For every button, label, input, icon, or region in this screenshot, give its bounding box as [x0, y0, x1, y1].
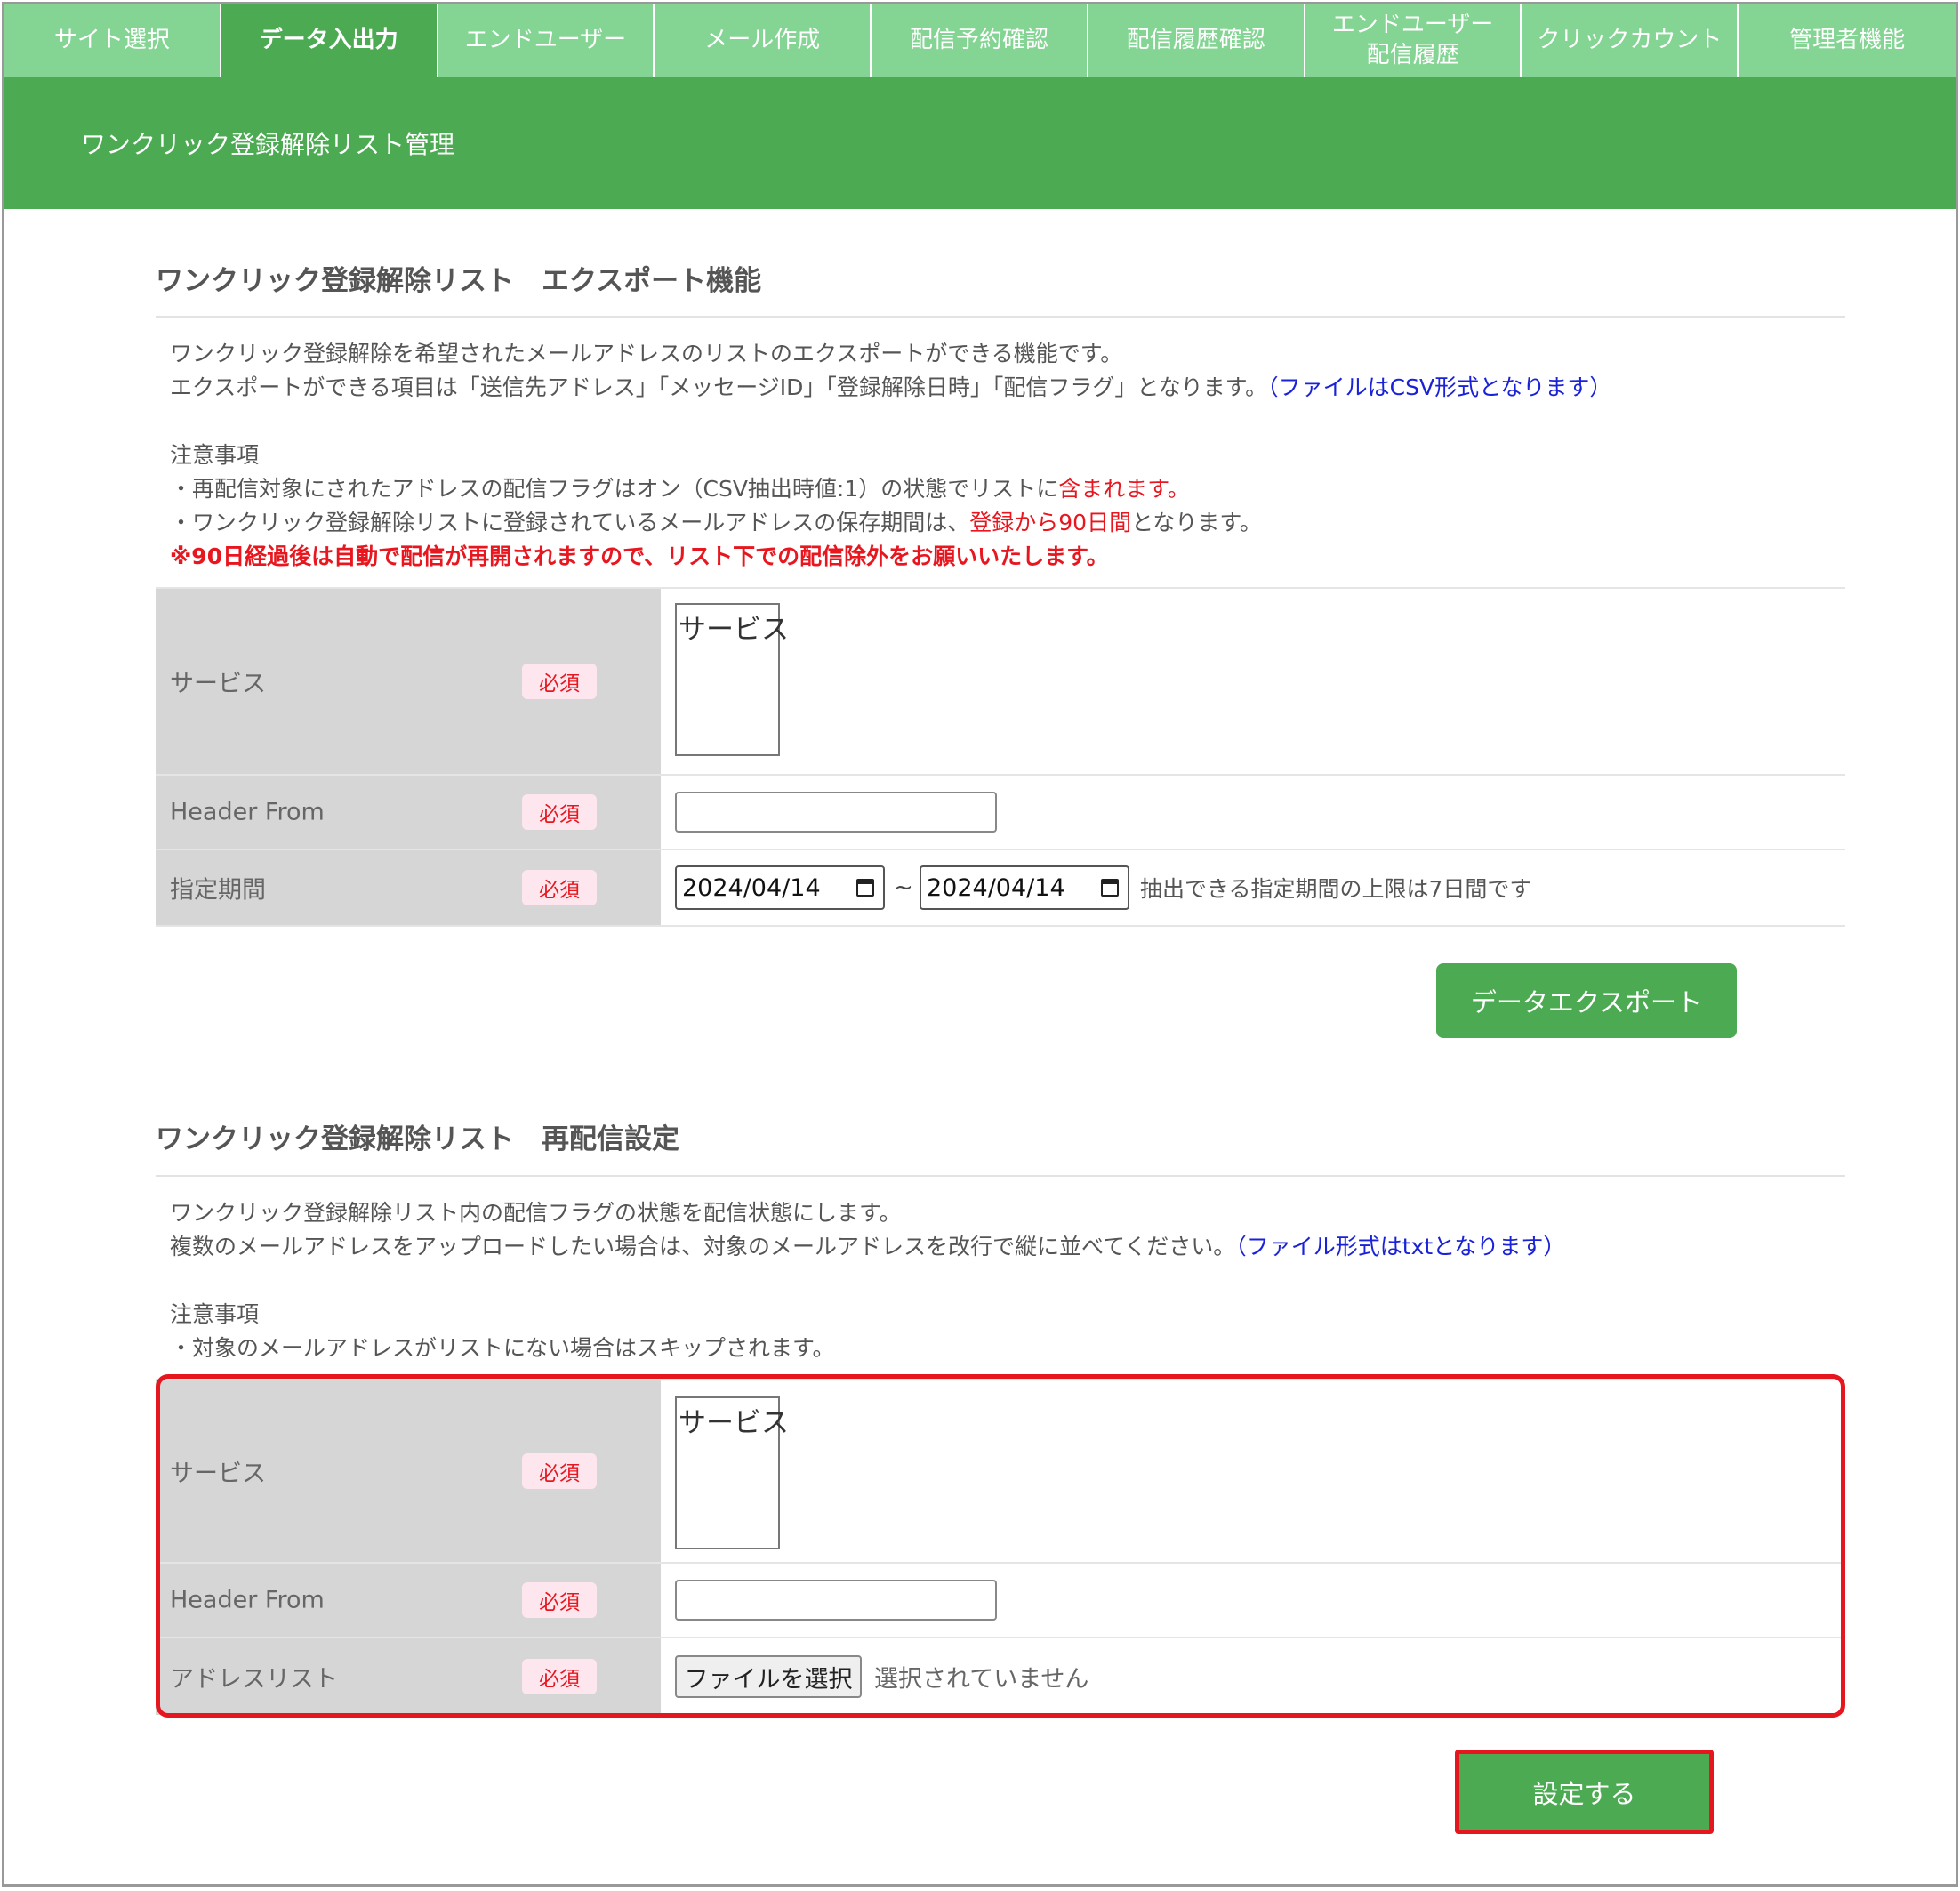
- export-service-row: サービス 必須 サービス: [156, 587, 1845, 776]
- resend-desc-1: ワンクリック登録解除リスト内の配信フラグの状態を配信状態にします。: [170, 1200, 902, 1226]
- resend-note-1: ・対象のメールアドレスがリストにない場合はスキップされます。: [170, 1335, 835, 1361]
- calendar-icon[interactable]: [1101, 879, 1119, 897]
- label-cell: サービス 必須: [156, 589, 661, 774]
- export-desc-2-text: エクスポートができる項目は「送信先アドレス」「メッセージID」「登録解除日時」「…: [170, 374, 1268, 400]
- page-frame: サイト選択 データ入出力 エンドユーザー メール作成 配信予約確認 配信履歴確認…: [2, 2, 1958, 1887]
- export-header-from-row: Header From 必須: [156, 776, 1845, 850]
- tab-mail-compose[interactable]: メール作成: [655, 4, 872, 77]
- page-banner: ワンクリック登録解除リスト管理: [4, 77, 1956, 209]
- export-note-1-highlight: 含まれます。: [1058, 476, 1190, 502]
- page-title: ワンクリック登録解除リスト管理: [81, 130, 455, 159]
- tab-end-user[interactable]: エンドユーザー: [438, 4, 655, 77]
- export-note-1-text: ・再配信対象にされたアドレスの配信フラグはオン（CSV抽出時値:1）の状態でリス…: [170, 476, 1059, 502]
- resend-form: サービス 必須 サービス Header From 必須 アドレスリスト 必須 フ…: [156, 1379, 1845, 1715]
- resend-desc-2: 複数のメールアドレスをアップロードしたい場合は、対象のメールアドレスを改行で縦に…: [170, 1229, 1565, 1261]
- end-date-input[interactable]: 2024/04/14: [920, 865, 1129, 910]
- export-note-2: ・ワンクリック登録解除リストに登録されているメールアドレスの保存期間は、登録から…: [170, 505, 1262, 537]
- value-cell: 2024/04/14 ~ 2024/04/14 抽出できる指定期間の上限は7日間…: [661, 850, 1845, 925]
- date-range-separator: ~: [894, 874, 913, 901]
- resend-section-title: ワンクリック登録解除リスト 再配信設定: [156, 1123, 679, 1155]
- address-list-label: アドレスリスト: [170, 1665, 338, 1694]
- file-status: 選択されていません: [874, 1665, 1089, 1694]
- tab-delivery-history[interactable]: 配信履歴確認: [1088, 4, 1305, 77]
- export-desc-1: ワンクリック登録解除を希望されたメールアドレスのリストのエクスポートができる機能…: [170, 341, 1123, 366]
- start-date-input[interactable]: 2024/04/14: [675, 865, 885, 910]
- label-cell: Header From 必須: [156, 776, 661, 849]
- label-cell: サービス 必須: [156, 1380, 661, 1562]
- value-cell: [661, 1564, 1845, 1637]
- period-label: 指定期間: [170, 876, 266, 905]
- tab-click-count[interactable]: クリックカウント: [1522, 4, 1739, 77]
- calendar-icon[interactable]: [856, 879, 874, 897]
- required-badge: 必須: [522, 664, 597, 699]
- value-cell: サービス: [661, 589, 1845, 774]
- export-format-note: （ファイルはCSV形式となります）: [1267, 374, 1612, 400]
- export-notes-heading: 注意事項: [170, 442, 260, 468]
- export-note-1: ・再配信対象にされたアドレスの配信フラグはオン（CSV抽出時値:1）の状態でリス…: [170, 471, 1190, 503]
- value-cell: [661, 776, 1845, 849]
- required-badge: 必須: [522, 794, 597, 830]
- resend-address-list-row: アドレスリスト 必須 ファイルを選択 選択されていません: [156, 1638, 1845, 1715]
- service-select[interactable]: サービス: [675, 603, 789, 756]
- tab-delivery-schedule[interactable]: 配信予約確認: [872, 4, 1088, 77]
- export-section-title: ワンクリック登録解除リスト エクスポート機能: [156, 265, 762, 297]
- required-badge: 必須: [522, 1582, 597, 1618]
- label-cell: アドレスリスト 必須: [156, 1638, 661, 1715]
- label-cell: 指定期間 必須: [156, 850, 661, 925]
- export-note-2-highlight: 登録から90日間: [969, 510, 1132, 535]
- export-note-2-suffix: となります。: [1131, 510, 1262, 535]
- resend-notes-heading: 注意事項: [170, 1301, 260, 1327]
- service-label: サービス: [170, 1460, 266, 1488]
- service-option[interactable]: サービス: [677, 1398, 789, 1442]
- tab-end-user-delivery-history[interactable]: エンドユーザー 配信履歴: [1305, 4, 1522, 77]
- resend-format-note: （ファイル形式はtxtとなります）: [1235, 1234, 1566, 1259]
- resend-desc-2-text: 複数のメールアドレスをアップロードしたい場合は、対象のメールアドレスを改行で縦に…: [170, 1234, 1236, 1259]
- export-form: サービス 必須 サービス Header From 必須 指定期間 必須 2024…: [156, 587, 1845, 927]
- submit-button[interactable]: 設定する: [1459, 1754, 1709, 1830]
- data-export-button[interactable]: データエクスポート: [1436, 963, 1737, 1038]
- service-select[interactable]: サービス: [675, 1396, 789, 1549]
- resend-header-from-row: Header From 必須: [156, 1564, 1845, 1638]
- tab-site-select[interactable]: サイト選択: [4, 4, 221, 77]
- header-from-label: Header From: [170, 798, 325, 826]
- value-cell: ファイルを選択 選択されていません: [661, 1638, 1845, 1715]
- end-date-value: 2024/04/14: [927, 873, 1065, 902]
- export-warning: ※90日経過後は自動で配信が再開されますので、リスト下での配信除外をお願いいたし…: [170, 543, 1109, 569]
- required-badge: 必須: [522, 1453, 597, 1489]
- choose-file-button[interactable]: ファイルを選択: [675, 1655, 862, 1698]
- header-from-input[interactable]: [675, 792, 997, 833]
- start-date-value: 2024/04/14: [682, 873, 821, 902]
- label-cell: Header From 必須: [156, 1564, 661, 1637]
- required-badge: 必須: [522, 1659, 597, 1694]
- required-badge: 必須: [522, 870, 597, 905]
- resend-service-row: サービス 必須 サービス: [156, 1379, 1845, 1564]
- divider: [156, 316, 1845, 318]
- export-period-row: 指定期間 必須 2024/04/14 ~ 2024/04/14 抽出できる指定期…: [156, 850, 1845, 927]
- export-desc-2: エクスポートができる項目は「送信先アドレス」「メッセージID」「登録解除日時」「…: [170, 370, 1611, 402]
- top-nav: サイト選択 データ入出力 エンドユーザー メール作成 配信予約確認 配信履歴確認…: [4, 4, 1956, 77]
- value-cell: サービス: [661, 1380, 1845, 1562]
- divider: [156, 1175, 1845, 1177]
- header-from-input[interactable]: [675, 1580, 997, 1621]
- export-note-2-text: ・ワンクリック登録解除リストに登録されているメールアドレスの保存期間は、: [170, 510, 970, 535]
- service-option[interactable]: サービス: [677, 605, 789, 648]
- service-label: サービス: [170, 670, 266, 698]
- period-hint: 抽出できる指定期間の上限は7日間です: [1140, 876, 1532, 902]
- header-from-label: Header From: [170, 1586, 325, 1614]
- tab-admin[interactable]: 管理者機能: [1739, 4, 1956, 77]
- tab-data-io[interactable]: データ入出力: [221, 4, 438, 77]
